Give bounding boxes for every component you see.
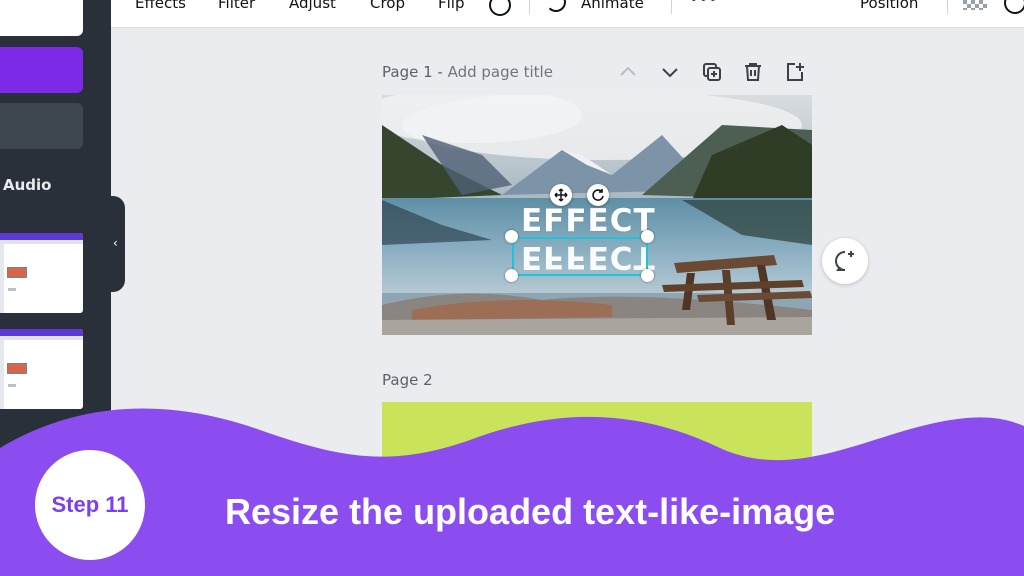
resize-handle-bottom-left[interactable] [505,269,518,282]
toolbar-position-button[interactable]: Position [860,0,918,12]
banner-wave [0,408,1024,576]
chevron-left-icon: ‹ [113,236,118,250]
thumbnail-image [7,267,27,278]
page-2-label: Page 2 [382,371,433,389]
toolbar-divider [529,0,530,14]
toolbar-effects-button[interactable]: Effects [135,0,186,12]
uploaded-thumbnail[interactable] [0,329,83,409]
toolbar-flip-button[interactable]: Flip [438,0,464,12]
page-1-header: Page 1 - Add page title [382,63,553,81]
transparency-icon[interactable] [963,0,987,10]
resize-handle-bottom-right[interactable] [641,269,654,282]
toolbar-animate-button[interactable]: Animate [581,0,644,12]
sidebar-panel-top[interactable] [0,0,83,36]
move-page-down-button[interactable] [658,60,682,84]
rotate-icon [592,189,604,201]
toolbar-crop-button[interactable]: Crop [370,0,405,12]
toolbar-filter-button[interactable]: Filter [218,0,255,12]
resize-handle-top-right[interactable] [641,230,654,243]
add-page-icon [787,63,804,81]
toolbar-divider [671,0,672,14]
duplicate-page-button[interactable] [700,60,724,84]
info-icon[interactable] [489,0,511,16]
duplicate-icon [703,63,721,81]
move-icon [554,188,568,202]
top-toolbar: Effects Filter Adjust Crop Flip Animate … [111,0,1024,28]
sidebar-secondary-button[interactable] [0,103,83,149]
thumbnail-sidebar [0,340,4,409]
selection-box[interactable] [512,237,648,276]
trash-icon [745,63,761,81]
thumbnail-caption [8,384,16,387]
sidebar-upload-button[interactable] [0,47,83,93]
thumbnail-image [7,363,27,374]
thumbnail-toolbar [0,329,83,336]
link-icon[interactable] [1004,0,1024,14]
tutorial-banner [0,400,1024,576]
chevron-down-icon [662,68,678,78]
add-page-button[interactable] [783,60,807,84]
toolbar-divider [947,0,948,14]
thumbnail-subbar [0,240,83,244]
thumbnail-toolbar [0,233,83,240]
more-options-button[interactable]: ••• [689,0,718,8]
animate-icon [546,0,566,12]
thumbnail-caption [8,288,16,291]
resize-handle-top-left[interactable] [505,230,518,243]
collapse-sidebar-button[interactable]: ‹ [111,196,125,292]
toolbar-adjust-button[interactable]: Adjust [289,0,336,12]
uploaded-thumbnail[interactable] [0,233,83,313]
move-page-up-button[interactable] [616,60,640,84]
page-title-input[interactable]: Add page title [448,63,553,81]
thumbnail-sidebar [0,244,4,313]
sidebar-tab-audio[interactable]: Audio [3,176,51,194]
step-instruction: Resize the uploaded text-like-image [225,491,836,532]
thumbnail-subbar [0,336,83,340]
page-1-label: Page 1 - [382,63,448,81]
delete-page-button[interactable] [741,60,765,84]
chevron-up-icon [620,66,636,76]
comment-add-icon [835,251,854,271]
step-badge: Step 11 [35,450,145,560]
effect-text-image[interactable]: EFFECT [521,203,656,239]
add-comment-button[interactable] [822,238,868,284]
step-number: Step 11 [51,492,129,517]
